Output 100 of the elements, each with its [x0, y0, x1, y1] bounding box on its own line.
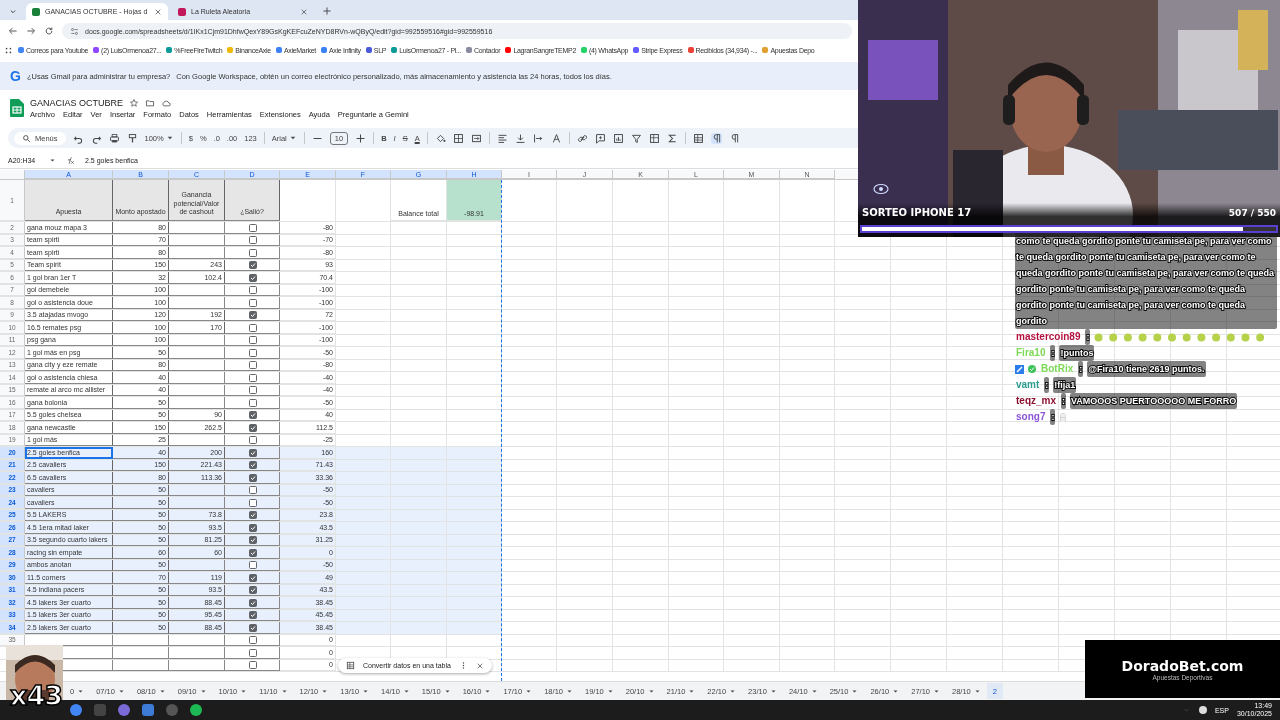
- checkbox[interactable]: [248, 398, 257, 407]
- checkbox[interactable]: [248, 623, 257, 632]
- checkbox[interactable]: [248, 511, 257, 520]
- paint-roller-icon[interactable]: [126, 132, 138, 144]
- borders-icon[interactable]: [452, 132, 464, 144]
- checkbox[interactable]: [248, 436, 257, 445]
- checkbox[interactable]: [248, 273, 257, 282]
- text-rotation-icon[interactable]: [550, 132, 562, 144]
- chat-message: como te queda gordito ponte tu camiseta pe, para ver como te queda gordito ponte tu camiseta pe, para ver como te queda gordito ponte tu camiseta pe, para ver como te queda gordito ponte tu camiseta pe, para ver como te queda gordito ponte tu camiseta pe, para ver como te queda gordito: [1015, 233, 1277, 329]
- checkbox[interactable]: [248, 548, 257, 557]
- badge-icon: [1015, 364, 1024, 374]
- star-icon[interactable]: [129, 97, 139, 108]
- pilcrow-icon[interactable]: [710, 132, 722, 144]
- checkbox[interactable]: [248, 311, 257, 320]
- print-icon[interactable]: [108, 132, 120, 144]
- sponsor-name: DoradoBet.com: [1121, 657, 1244, 674]
- chat-username: vamt: [1015, 378, 1041, 392]
- checkbox[interactable]: [248, 561, 257, 570]
- chat-username: BotRix: [1040, 362, 1075, 376]
- checkbox[interactable]: [248, 636, 257, 645]
- reload-icon[interactable]: [44, 26, 54, 36]
- checkbox[interactable]: [248, 473, 257, 482]
- checkbox[interactable]: [248, 423, 257, 432]
- filter-icon[interactable]: [630, 132, 642, 144]
- checkbox[interactable]: [248, 661, 257, 670]
- grid-icon[interactable]: [4, 45, 13, 55]
- merge-cells-icon[interactable]: [470, 132, 482, 144]
- checkbox[interactable]: [248, 336, 257, 345]
- chat-message: !fija1: [1053, 377, 1077, 393]
- checkbox[interactable]: [248, 461, 257, 470]
- tray-icon[interactable]: [1198, 706, 1207, 714]
- grid-icon[interactable]: [648, 132, 660, 144]
- folder-icon[interactable]: [145, 97, 155, 108]
- add-comment-icon[interactable]: [594, 132, 606, 144]
- close-icon[interactable]: [475, 661, 484, 670]
- plus-icon[interactable]: [355, 132, 367, 144]
- check-badge-icon: [1028, 365, 1036, 373]
- checkbox[interactable]: [248, 498, 257, 507]
- giveaway-count: 507 / 550: [1228, 208, 1276, 218]
- checkbox[interactable]: [248, 573, 257, 582]
- cloud-icon[interactable]: [161, 97, 171, 108]
- link-icon[interactable]: [576, 132, 588, 144]
- paint-bucket-icon[interactable]: [434, 132, 446, 144]
- checkbox[interactable]: [248, 248, 257, 257]
- checkbox[interactable]: [248, 648, 257, 657]
- bar-chart-icon[interactable]: [612, 132, 624, 144]
- chat-separator: :: [1061, 393, 1066, 409]
- back-icon[interactable]: [8, 26, 18, 36]
- chat-message: VAMOOOS PUERTOOOOO ME FORRO: [1070, 393, 1238, 409]
- chat-username: mastercoin89: [1015, 330, 1082, 344]
- chat-separator: :: [1044, 377, 1050, 393]
- checkbox[interactable]: [248, 373, 257, 382]
- app-icon[interactable]: [142, 704, 154, 716]
- checkbox[interactable]: [248, 286, 257, 295]
- align-left-icon[interactable]: [496, 132, 508, 144]
- checkbox[interactable]: [248, 523, 257, 532]
- checkbox[interactable]: [248, 536, 257, 545]
- giveaway-title: SORTEO IPHONE 17: [862, 207, 972, 218]
- caret-icon: [165, 134, 174, 142]
- document-title[interactable]: GANACIAS OCTUBRE: [30, 97, 123, 108]
- function-icon: [66, 155, 75, 165]
- plus-icon[interactable]: [322, 6, 332, 16]
- table-icon[interactable]: [692, 132, 704, 144]
- checkbox[interactable]: [248, 323, 257, 332]
- checkbox[interactable]: [248, 361, 257, 370]
- app-icon[interactable]: [190, 704, 202, 716]
- eye-logo-icon: [873, 183, 889, 195]
- chat-message: @Fira10 tiene 2619 puntos.: [1087, 361, 1206, 377]
- close-icon[interactable]: [154, 7, 162, 16]
- sigma-icon[interactable]: [666, 132, 678, 144]
- table-icon[interactable]: [346, 661, 355, 670]
- checkbox[interactable]: [248, 586, 257, 595]
- chat-username: song7: [1015, 410, 1047, 424]
- chat-separator: :: [1050, 345, 1056, 361]
- checkbox[interactable]: [248, 298, 257, 307]
- chat-separator: :: [1050, 409, 1056, 425]
- chat-username: teqz_mx: [1015, 394, 1057, 408]
- checkbox[interactable]: [248, 411, 257, 420]
- forward-icon[interactable]: [26, 26, 36, 36]
- tune-icon[interactable]: [70, 26, 79, 36]
- checkbox[interactable]: [248, 448, 257, 457]
- chat-username: Fira10: [1015, 346, 1047, 360]
- checkbox[interactable]: [248, 598, 257, 607]
- checkbox[interactable]: [248, 236, 257, 245]
- checkbox[interactable]: [248, 223, 257, 232]
- checkbox[interactable]: [248, 486, 257, 495]
- close-icon[interactable]: [300, 7, 308, 16]
- sheets-logo-icon[interactable]: [10, 99, 24, 117]
- meme-caption: x43: [10, 682, 62, 709]
- google-logo: G: [10, 68, 21, 84]
- app-icon[interactable]: [118, 704, 130, 716]
- checkbox[interactable]: [248, 386, 257, 395]
- chat-separator: :: [1078, 361, 1084, 377]
- text-wrap-icon[interactable]: [532, 132, 544, 144]
- chat-message: !puntos: [1059, 345, 1095, 361]
- checkbox[interactable]: [248, 348, 257, 357]
- align-bottom-icon[interactable]: [514, 132, 526, 144]
- checkbox[interactable]: [248, 611, 257, 620]
- caret-icon: [288, 134, 297, 142]
- checkbox[interactable]: [248, 261, 257, 270]
